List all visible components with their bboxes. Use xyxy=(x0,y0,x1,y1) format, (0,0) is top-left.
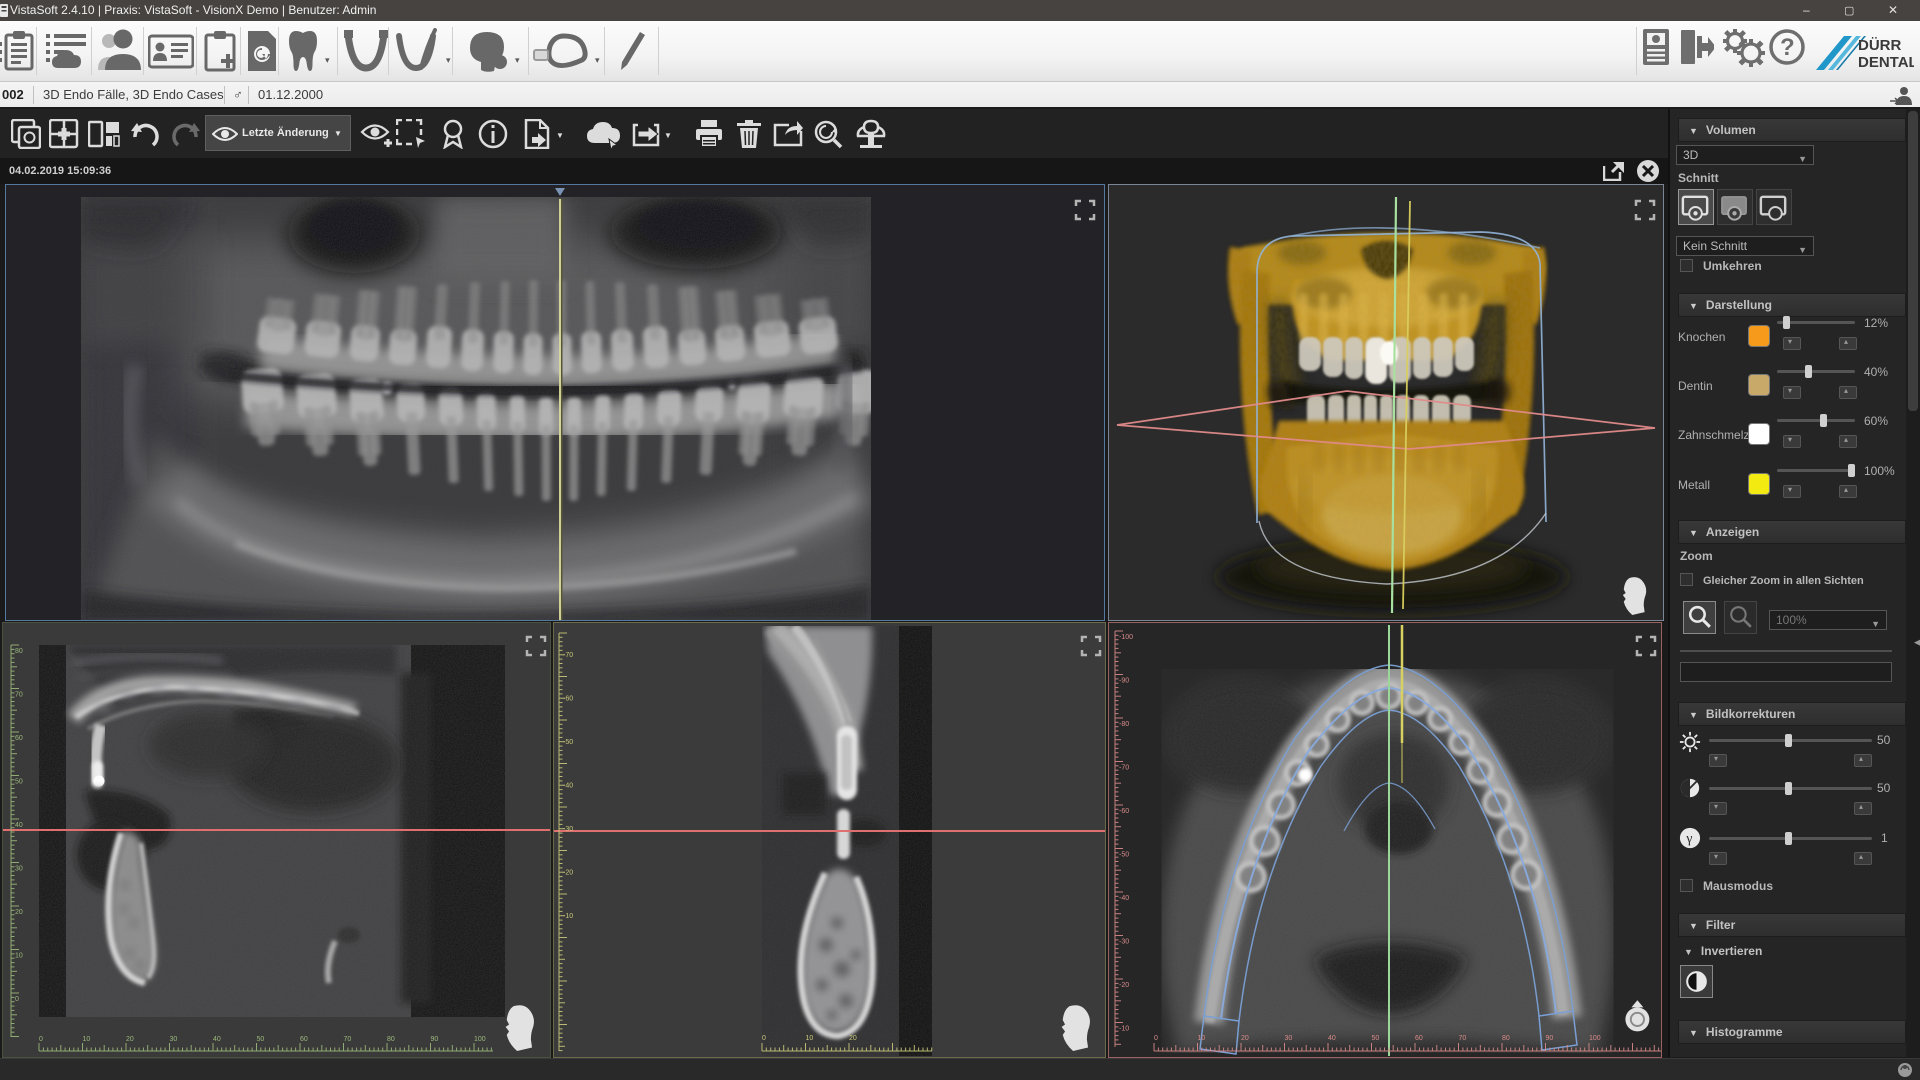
svg-text:-30: -30 xyxy=(1119,939,1129,946)
svg-text:γ: γ xyxy=(1685,831,1692,846)
svg-text:50: 50 xyxy=(257,1036,265,1043)
svg-text:30: 30 xyxy=(15,866,23,873)
svg-text:10: 10 xyxy=(806,1035,814,1042)
svg-text:-50: -50 xyxy=(1119,852,1129,859)
svg-text:30: 30 xyxy=(170,1036,178,1043)
svg-text:80: 80 xyxy=(387,1036,395,1043)
svg-text:20: 20 xyxy=(1241,1035,1249,1042)
svg-text:0: 0 xyxy=(15,996,19,1003)
svg-text:-90: -90 xyxy=(1119,678,1129,685)
svg-text:70: 70 xyxy=(15,692,23,699)
svg-text:0: 0 xyxy=(762,1035,766,1042)
svg-text:60: 60 xyxy=(15,735,23,742)
svg-text:70: 70 xyxy=(1459,1035,1467,1042)
svg-text:DÜRR: DÜRR xyxy=(1858,37,1901,54)
svg-text:80: 80 xyxy=(15,648,23,655)
svg-text:-70: -70 xyxy=(1119,765,1129,772)
svg-text:?: ? xyxy=(1780,34,1795,61)
svg-text:10: 10 xyxy=(15,953,23,960)
svg-text:-20: -20 xyxy=(563,870,573,877)
svg-text:0: 0 xyxy=(1154,1035,1158,1042)
svg-text:-70: -70 xyxy=(563,652,573,659)
svg-text:-80: -80 xyxy=(1119,721,1129,728)
svg-text:-100: -100 xyxy=(1119,634,1133,641)
svg-text:90: 90 xyxy=(1546,1035,1554,1042)
svg-text:90: 90 xyxy=(431,1036,439,1043)
svg-text:0: 0 xyxy=(39,1036,43,1043)
svg-text:50: 50 xyxy=(1372,1035,1380,1042)
svg-text:10: 10 xyxy=(83,1036,91,1043)
svg-text:60: 60 xyxy=(300,1036,308,1043)
svg-text:-60: -60 xyxy=(1119,808,1129,815)
svg-text:60: 60 xyxy=(1415,1035,1423,1042)
svg-text:100: 100 xyxy=(474,1036,486,1043)
svg-text:10: 10 xyxy=(1198,1035,1206,1042)
svg-text:20: 20 xyxy=(126,1036,134,1043)
svg-text:40: 40 xyxy=(1328,1035,1336,1042)
svg-text:-10: -10 xyxy=(563,913,573,920)
svg-text:40: 40 xyxy=(15,822,23,829)
svg-text:50: 50 xyxy=(15,779,23,786)
svg-text:-20: -20 xyxy=(1119,982,1129,989)
svg-text:30: 30 xyxy=(1285,1035,1293,1042)
svg-text:-10: -10 xyxy=(1119,1026,1129,1033)
svg-text:70: 70 xyxy=(344,1036,352,1043)
svg-text:20: 20 xyxy=(849,1035,857,1042)
svg-text:80: 80 xyxy=(1502,1035,1510,1042)
svg-text:20: 20 xyxy=(15,909,23,916)
svg-text:-50: -50 xyxy=(563,739,573,746)
svg-text:-30: -30 xyxy=(563,826,573,833)
svg-text:100: 100 xyxy=(1589,1035,1601,1042)
svg-text:-60: -60 xyxy=(563,696,573,703)
svg-text:-40: -40 xyxy=(563,783,573,790)
svg-text:40: 40 xyxy=(213,1036,221,1043)
svg-text:-40: -40 xyxy=(1119,895,1129,902)
svg-text:DENTAL: DENTAL xyxy=(1858,54,1914,71)
